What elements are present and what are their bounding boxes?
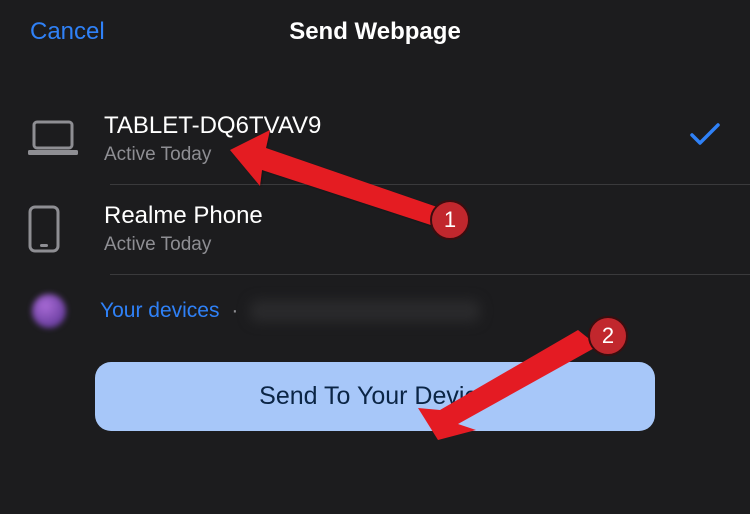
send-to-device-button[interactable]: Send To Your Device: [95, 362, 655, 431]
dialog-header: Cancel Send Webpage: [0, 0, 750, 64]
device-list: TABLET-DQ6TVAV9 Active Today Realme Phon…: [0, 94, 750, 274]
your-devices-link[interactable]: Your devices ·: [100, 299, 480, 323]
device-info: Realme Phone Active Today: [98, 202, 722, 256]
device-info: TABLET-DQ6TVAV9 Active Today: [98, 112, 722, 166]
device-status: Active Today: [104, 234, 722, 256]
your-devices-label: Your devices: [100, 299, 219, 322]
separator: ·: [231, 299, 238, 322]
device-row-tablet[interactable]: TABLET-DQ6TVAV9 Active Today: [0, 94, 750, 184]
phone-icon: [28, 205, 98, 253]
dialog-title: Send Webpage: [289, 18, 461, 46]
checkmark-icon: [690, 122, 720, 154]
device-name: TABLET-DQ6TVAV9: [104, 112, 722, 140]
avatar: [32, 294, 66, 328]
footer-row: Your devices ·: [0, 274, 750, 328]
device-row-phone[interactable]: Realme Phone Active Today: [0, 184, 750, 274]
account-email-blurred: [250, 300, 480, 322]
device-name: Realme Phone: [104, 202, 722, 230]
laptop-icon: [28, 120, 98, 158]
device-status: Active Today: [104, 144, 722, 166]
cancel-button[interactable]: Cancel: [30, 18, 105, 46]
